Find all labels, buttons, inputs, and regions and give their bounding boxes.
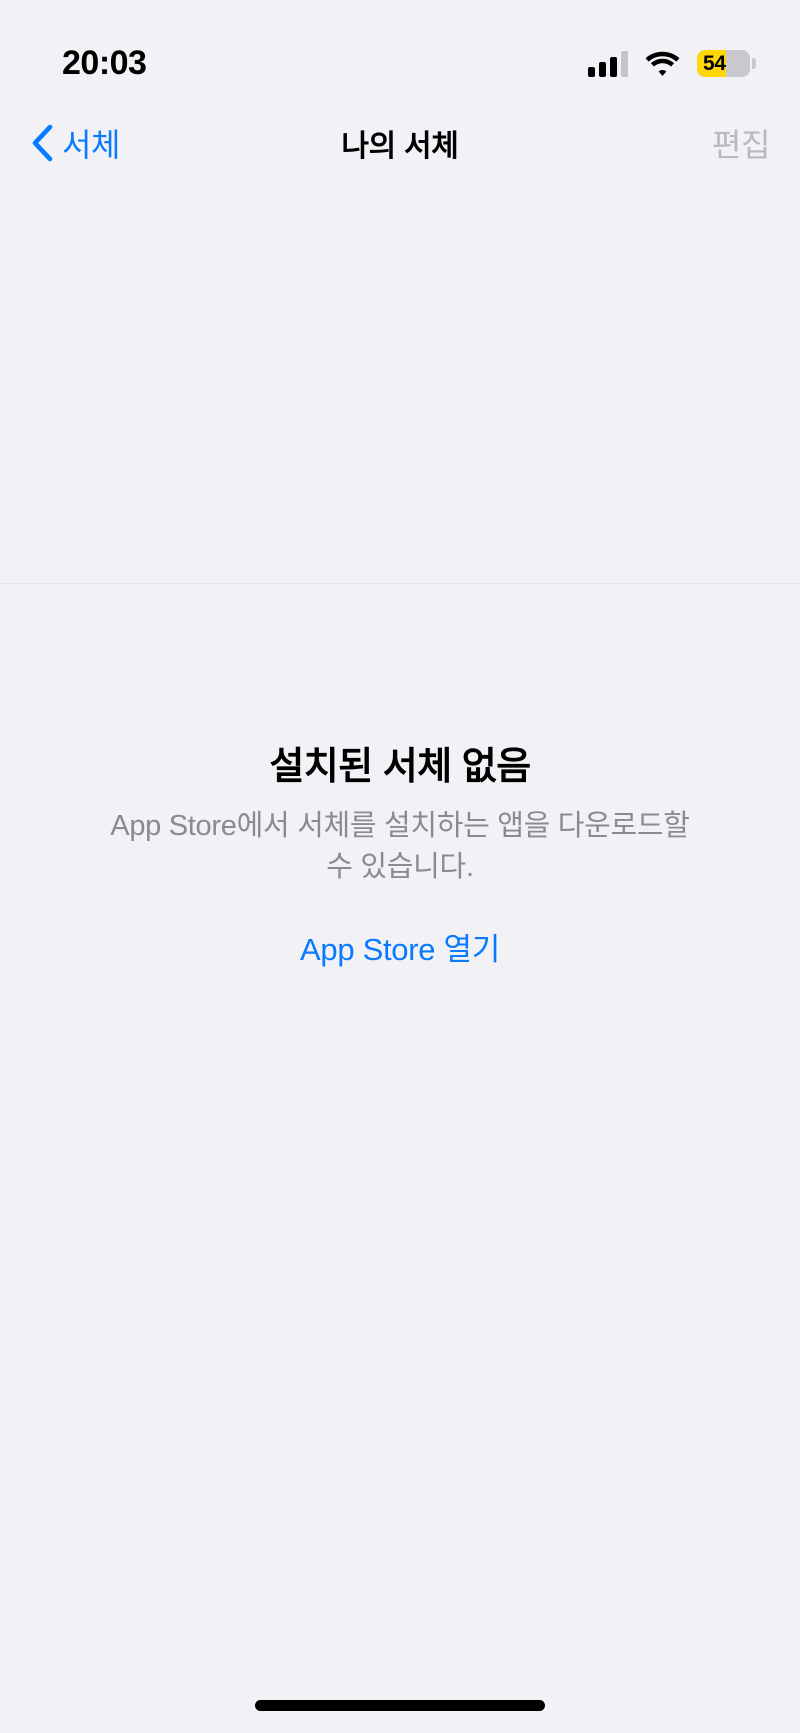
battery-cap: [752, 58, 756, 69]
empty-state-title: 설치된 서체 없음: [269, 746, 531, 788]
empty-state-description: App Store에서 서체를 설치하는 앱을 다운로드할 수 있습니다.: [110, 810, 690, 884]
home-indicator[interactable]: [255, 1700, 545, 1711]
chevron-left-icon: [32, 124, 53, 161]
status-bar-indicators: 54: [588, 50, 756, 77]
open-app-store-button[interactable]: App Store 열기: [300, 924, 500, 969]
status-bar-time: 20:03: [62, 44, 147, 82]
content-separator: [0, 583, 800, 584]
signal-bars-icon: [588, 50, 628, 77]
empty-state: 설치된 서체 없음 App Store에서 서체를 설치하는 앱을 다운로드할 …: [0, 735, 800, 969]
edit-button[interactable]: 편집: [712, 120, 770, 166]
wifi-icon: [645, 51, 680, 76]
battery-level-label: 54: [703, 51, 726, 75]
navigation-bar: 서체 나의 서체 편집: [0, 105, 800, 180]
battery-icon: 54: [697, 50, 756, 77]
back-button-label: 서체: [62, 126, 121, 163]
status-bar: 20:03 54: [0, 0, 800, 105]
back-button[interactable]: 서체: [30, 120, 120, 166]
